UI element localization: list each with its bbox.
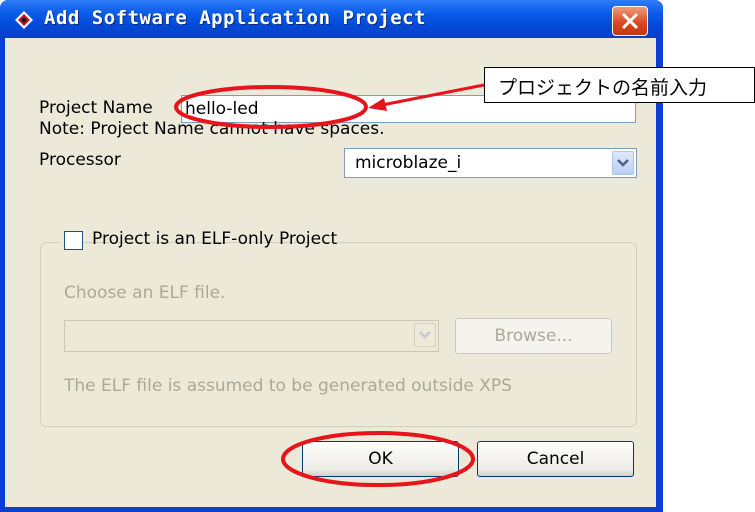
- project-name-label: Project Name: [39, 98, 153, 118]
- elf-note: The ELF file is assumed to be generated …: [64, 376, 512, 396]
- browse-button[interactable]: Browse...: [455, 318, 612, 354]
- elf-file-dropdown-button[interactable]: [414, 323, 436, 347]
- close-icon: [621, 12, 639, 30]
- cancel-button[interactable]: Cancel: [477, 441, 634, 477]
- processor-value: microblaze_i: [355, 153, 462, 173]
- elf-only-checkbox[interactable]: [64, 231, 83, 250]
- elf-file-select[interactable]: [64, 320, 439, 352]
- elf-only-label: Project is an ELF-only Project: [92, 229, 338, 249]
- xps-app-icon: [15, 11, 33, 29]
- elf-only-legend: Project is an ELF-only Project: [60, 229, 337, 255]
- callout-text: プロジェクトの名前入力: [498, 77, 708, 99]
- project-name-value: hello-led: [185, 99, 259, 119]
- processor-dropdown-button[interactable]: [612, 151, 634, 175]
- title-bar[interactable]: Add Software Application Project: [0, 0, 663, 38]
- callout-box: プロジェクトの名前入力: [484, 67, 755, 103]
- chevron-down-icon: [419, 331, 431, 339]
- choose-elf-label: Choose an ELF file.: [64, 283, 226, 303]
- project-name-note: Note: Project Name cannot have spaces.: [39, 119, 385, 139]
- processor-label: Processor: [39, 150, 121, 170]
- chevron-down-icon: [617, 159, 629, 167]
- dialog-title: Add Software Application Project: [44, 7, 427, 29]
- processor-select[interactable]: microblaze_i: [344, 148, 637, 178]
- ok-button[interactable]: OK: [302, 441, 459, 477]
- close-button[interactable]: [612, 6, 648, 36]
